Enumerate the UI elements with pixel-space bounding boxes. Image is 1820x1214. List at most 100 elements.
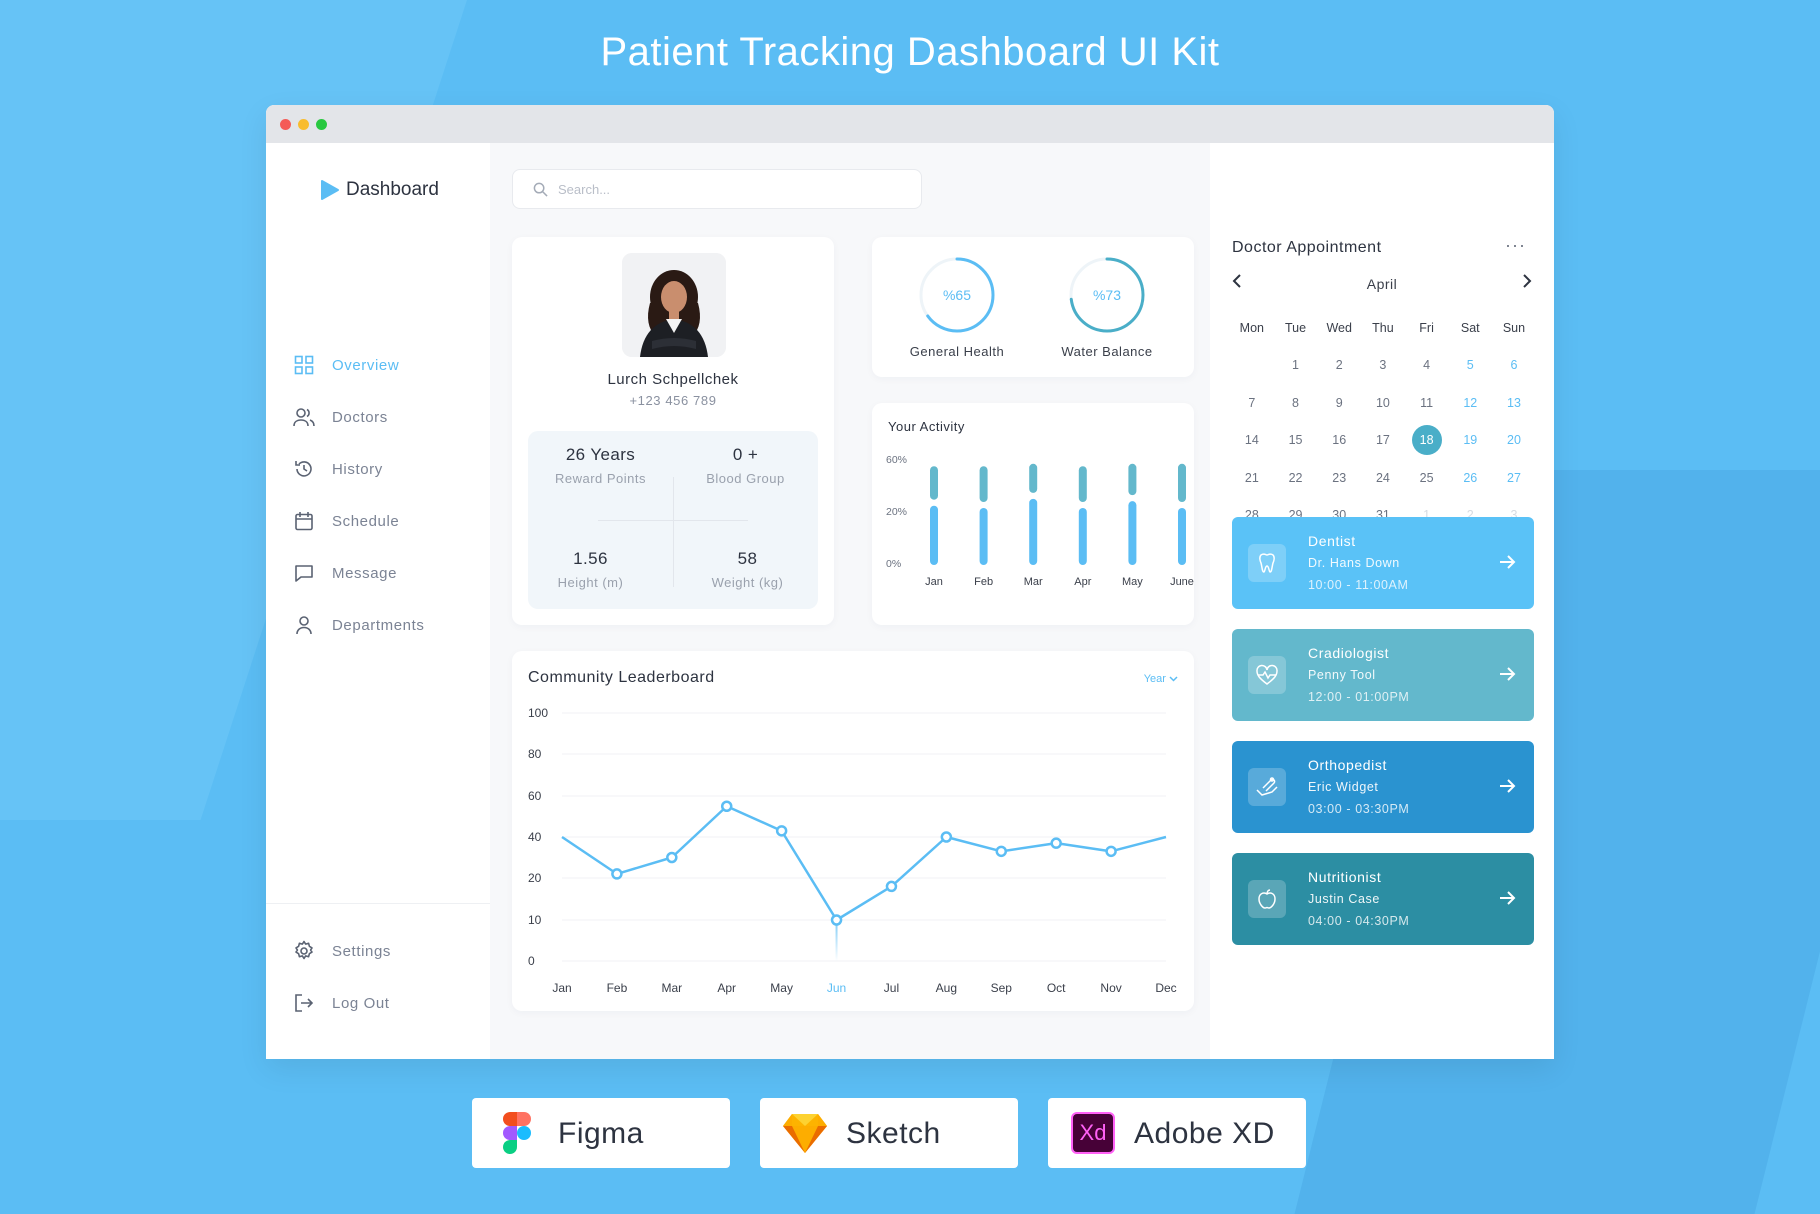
calendar-day[interactable]: 13 [1492, 396, 1536, 410]
calendar-day[interactable]: 1 [1274, 358, 1318, 372]
x-tick-label: Jan [925, 576, 943, 588]
stat-value: 26 Years [565, 445, 636, 464]
more-options-button[interactable]: ··· [1505, 235, 1526, 256]
activity-card: Your Activity 60% 20% 0% Jan Feb Mar Apr May Jun… [872, 403, 1194, 625]
calendar-day[interactable]: 12 [1448, 396, 1492, 410]
search-input[interactable] [558, 181, 888, 197]
appointment-card-dentist[interactable]: Dentist Dr. Hans Down 10:00 - 11:00AM [1232, 517, 1534, 609]
x-tick-label: Oct [1047, 981, 1066, 995]
sidebar-divider [266, 903, 490, 904]
calendar-day[interactable]: 14 [1230, 433, 1274, 447]
leaderboard-chart: 10080604020100Jan Feb Mar Apr May Jun Jul Aug Se… [528, 706, 1177, 995]
stat-height: 1.56 Height (m) [518, 549, 663, 590]
tool-label: Figma [558, 1117, 644, 1150]
x-tick-label: Mar [1024, 576, 1043, 588]
month-navigator: April [1232, 273, 1532, 297]
x-tick-label: Jun [827, 981, 846, 995]
sketch-icon [782, 1110, 828, 1156]
sidebar-item-departments[interactable]: Departments [292, 599, 424, 651]
calendar-icon [292, 509, 316, 533]
play-logo-icon [321, 180, 339, 200]
calendar-day[interactable]: 19 [1448, 433, 1492, 447]
x-tick-label: May [1122, 576, 1143, 588]
minimize-window-button[interactable] [298, 119, 309, 130]
data-point[interactable] [1050, 837, 1062, 849]
sidebar-item-message[interactable]: Message [292, 547, 424, 599]
calendar-day[interactable]: 3 [1361, 358, 1405, 372]
y-tick-label: 10 [528, 913, 542, 927]
calendar-day[interactable]: 6 [1492, 358, 1536, 372]
calendar-day[interactable]: 5 [1448, 358, 1492, 372]
calendar-day[interactable]: 11 [1405, 396, 1449, 410]
activity-bar-lower [1128, 501, 1137, 565]
patient-phone: +123 456 789 [629, 393, 717, 408]
sidebar-item-doctors[interactable]: Doctors [292, 391, 424, 443]
appointment-card-orthopedist[interactable]: Orthopedist Eric Widget 03:00 - 03:30PM [1232, 741, 1534, 833]
calendar-day[interactable]: 27 [1492, 471, 1536, 485]
data-point[interactable] [666, 851, 678, 864]
activity-bar-lower [1029, 498, 1038, 565]
brand[interactable]: Dashboard [318, 179, 439, 201]
avatar [622, 253, 726, 357]
weekday-label: Sun [1502, 320, 1526, 335]
close-window-button[interactable] [280, 119, 291, 130]
sidebar-item-history[interactable]: History [292, 443, 424, 495]
search-box[interactable] [512, 169, 922, 209]
tool-badge-sketch[interactable]: Sketch [760, 1098, 1018, 1168]
next-month-button[interactable] [1522, 273, 1532, 294]
stat-reward-points: 26 Years Reward Points [528, 445, 673, 486]
calendar-day[interactable]: 26 [1448, 471, 1492, 485]
calendar: Mon Tue Wed Thu Fri Sat Sun 1 2 3 4 5 6 7 8 9 10 11 12 13 14… [1230, 309, 1536, 534]
sidebar-item-logout[interactable]: Log Out [292, 977, 391, 1029]
appointment-card-cardiologist[interactable]: Cradiologist Penny Tool 12:00 - 01:00PM [1232, 629, 1534, 721]
calendar-day[interactable]: 7 [1230, 396, 1274, 410]
tool-badge-adobe-xd[interactable]: Xd Adobe XD [1048, 1098, 1306, 1168]
calendar-day[interactable]: 2 [1317, 358, 1361, 372]
data-point[interactable] [775, 825, 788, 837]
grid-icon [292, 353, 316, 377]
data-point[interactable] [885, 880, 898, 893]
sidebar-item-schedule[interactable]: Schedule [292, 495, 424, 547]
activity-bar-lower [930, 505, 938, 565]
data-point[interactable] [1105, 845, 1117, 858]
calendar-day[interactable]: 9 [1317, 396, 1361, 410]
activity-bar-lower [1078, 508, 1087, 565]
sidebar-item-settings[interactable]: Settings [292, 925, 391, 977]
calendar-day[interactable]: 15 [1274, 433, 1318, 447]
appointment-card-nutritionist[interactable]: Nutritionist Justin Case 04:00 - 04:30PM [1232, 853, 1534, 945]
weekday-label: Tue [1284, 320, 1307, 335]
calendar-day[interactable]: 8 [1274, 396, 1318, 410]
calendar-day[interactable]: 22 [1274, 471, 1318, 485]
maximize-window-button[interactable] [316, 119, 327, 130]
page-title: Patient Tracking Dashboard UI Kit [600, 30, 1220, 74]
stat-value: 1.56 [573, 549, 608, 568]
data-point[interactable] [995, 845, 1008, 858]
data-point[interactable] [830, 914, 843, 926]
stat-label: Blood Group [706, 471, 785, 486]
x-tick-label: Jul [884, 981, 899, 995]
data-point[interactable] [720, 800, 733, 812]
data-point[interactable] [940, 831, 953, 843]
sidebar-item-label: Departments [332, 616, 425, 634]
calendar-day[interactable]: 23 [1317, 471, 1361, 485]
activity-bar-upper [1178, 463, 1186, 502]
calendar-day[interactable]: 10 [1361, 396, 1405, 410]
calendar-day[interactable]: 24 [1361, 471, 1405, 485]
sidebar-item-label: Settings [332, 942, 391, 960]
calendar-day[interactable]: 4 [1405, 358, 1449, 372]
calendar-day[interactable]: 20 [1492, 433, 1536, 447]
calendar-day[interactable]: 17 [1361, 433, 1405, 447]
calendar-day[interactable]: 21 [1230, 471, 1274, 485]
sidebar-item-label: History [332, 460, 383, 478]
calendar-day[interactable]: 16 [1317, 433, 1361, 447]
weekday-label: Mon [1239, 320, 1264, 335]
leaderboard-card: Community Leaderboard Year 100 80 60 40 20 10… [512, 651, 1194, 1011]
users-icon [292, 405, 316, 429]
calendar-day[interactable]: 25 [1405, 471, 1449, 485]
tool-badge-figma[interactable]: Figma [472, 1098, 730, 1168]
calendar-day[interactable]: 18 [1405, 425, 1449, 456]
calendar-weekdays: Mon Tue Wed Thu Fri Sat Sun [1230, 309, 1536, 347]
data-point[interactable] [611, 868, 623, 880]
sidebar-item-overview[interactable]: Overview [292, 339, 424, 391]
sidebar-bottom-nav: Settings Log Out [292, 925, 391, 1029]
